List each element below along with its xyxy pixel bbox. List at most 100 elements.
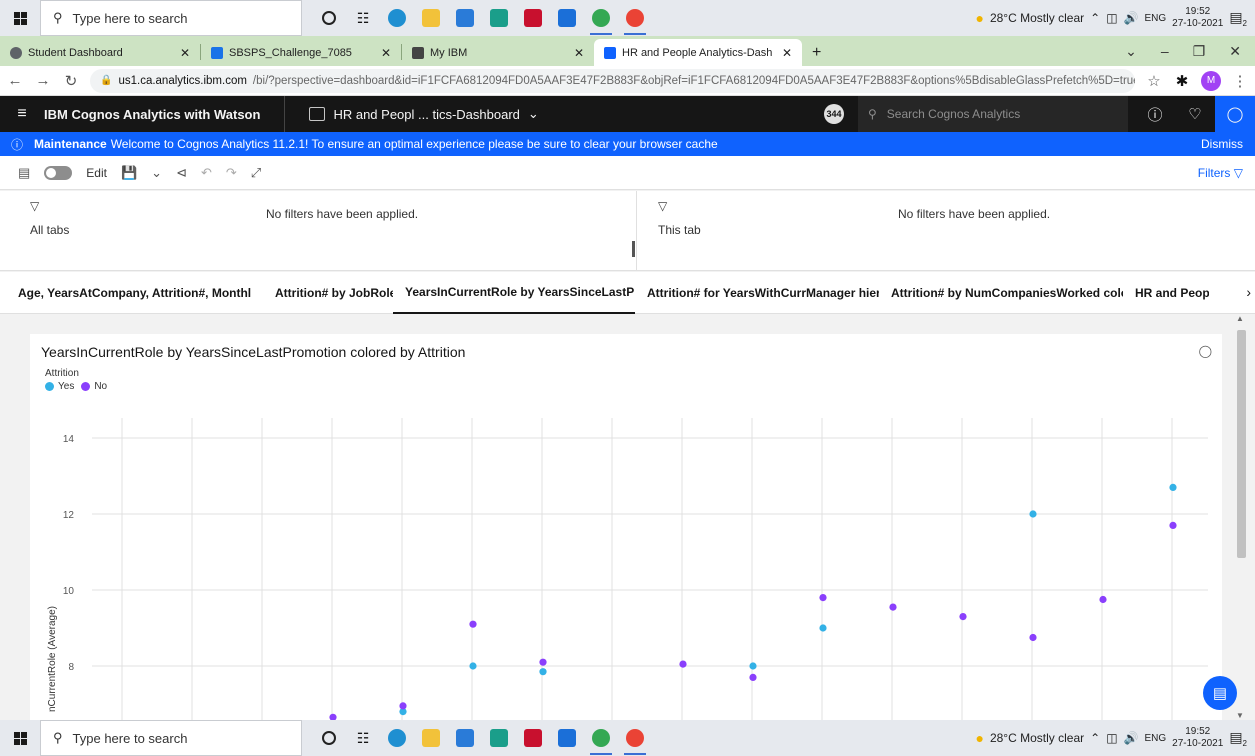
bell-icon[interactable]: ♡: [1175, 96, 1215, 132]
page-tab[interactable]: Attrition# by NumCompaniesWorked colo: [879, 272, 1123, 314]
chat-assistant-button[interactable]: ▤: [1203, 676, 1237, 710]
network-icon[interactable]: ◫: [1106, 11, 1117, 25]
scatter-point-yes[interactable]: [749, 662, 757, 670]
page-tab-active[interactable]: YearsInCurrentRole by YearsSinceLastPrc: [393, 272, 635, 314]
windows-start-button[interactable]: [0, 720, 40, 756]
tray-clock[interactable]: 19:52 27-10-2021: [1172, 726, 1223, 750]
volume-icon[interactable]: 🔊: [1124, 11, 1139, 25]
weather-text[interactable]: 28°C Mostly clear: [990, 11, 1084, 25]
mcafee-icon[interactable]: [516, 720, 550, 756]
fullscreen-icon[interactable]: ⤢: [251, 165, 261, 181]
close-window-icon[interactable]: ✕: [1229, 43, 1241, 60]
extensions-icon[interactable]: ✱: [1173, 72, 1191, 90]
scatter-point-no[interactable]: [469, 620, 477, 628]
scatter-point-no[interactable]: [749, 673, 757, 681]
forward-icon[interactable]: →: [34, 72, 52, 89]
outlook-icon[interactable]: [550, 720, 584, 756]
close-tab-icon[interactable]: ✕: [574, 46, 584, 60]
scatter-point-no[interactable]: [539, 658, 547, 666]
close-tab-icon[interactable]: ✕: [381, 46, 391, 60]
page-tab[interactable]: Attrition# by JobRole: [263, 272, 393, 314]
mcafee-icon[interactable]: [516, 0, 550, 36]
chart-widget[interactable]: YearsInCurrentRole by YearsSinceLastProm…: [30, 334, 1222, 749]
back-icon[interactable]: ←: [6, 72, 24, 89]
scatter-point-no[interactable]: [1169, 521, 1177, 529]
lang-indicator[interactable]: ENG: [1144, 13, 1166, 24]
all-tabs-filter-panel[interactable]: ▽ All tabs No filters have been applied.: [30, 199, 630, 263]
url-field[interactable]: 🔒 us1.ca.analytics.ibm.com/bi/?perspecti…: [90, 68, 1135, 93]
new-tab-button[interactable]: +: [802, 39, 831, 66]
scroll-thumb[interactable]: [1237, 330, 1246, 558]
outlook-icon[interactable]: [550, 0, 584, 36]
browser-tab-hr-analytics[interactable]: HR and People Analytics-Dashbo ✕: [594, 39, 802, 66]
mail-icon[interactable]: [448, 0, 482, 36]
volume-icon[interactable]: 🔊: [1124, 731, 1139, 745]
page-tab[interactable]: HR and Peopl: [1123, 272, 1209, 314]
close-tab-icon[interactable]: ✕: [180, 46, 190, 60]
undo-icon[interactable]: ↶: [201, 165, 212, 181]
redo-icon[interactable]: ↷: [226, 165, 237, 181]
filters-button[interactable]: Filters ▽: [1198, 166, 1243, 180]
mail-icon[interactable]: [448, 720, 482, 756]
restore-icon[interactable]: ❐: [1193, 43, 1206, 60]
scatter-point-yes[interactable]: [539, 668, 547, 676]
cognos-search-input[interactable]: ⚲ Search Cognos Analytics: [858, 96, 1128, 132]
edge-icon[interactable]: [380, 720, 414, 756]
hamburger-menu-icon[interactable]: ≡: [0, 105, 44, 123]
browser-tab-student-dashboard[interactable]: Student Dashboard ✕: [0, 39, 200, 66]
browser-menu-icon[interactable]: ⋮: [1231, 72, 1249, 90]
page-tab[interactable]: Age, YearsAtCompany, Attrition#, Monthl: [0, 272, 263, 314]
save-icon[interactable]: 💾: [121, 165, 137, 181]
chevron-right-icon[interactable]: ›: [1246, 284, 1251, 300]
tab-search-icon[interactable]: ⌄: [1125, 43, 1137, 60]
scatter-point-no[interactable]: [1029, 633, 1037, 642]
scatter-point-yes[interactable]: [819, 624, 827, 632]
user-avatar-icon[interactable]: ◯: [1215, 96, 1255, 132]
scatter-point-no[interactable]: [679, 660, 687, 668]
bookmark-star-icon[interactable]: ☆: [1145, 72, 1163, 90]
browser-tab-sbsps[interactable]: SBSPS_Challenge_7085 ✕: [201, 39, 401, 66]
tray-overflow-icon[interactable]: ⌃: [1090, 11, 1100, 25]
page-tab[interactable]: Attrition# for YearsWithCurrManager hier: [635, 272, 879, 314]
lang-indicator[interactable]: ENG: [1144, 733, 1166, 744]
chrome-profile-icon[interactable]: [618, 0, 652, 36]
this-tab-filter-panel[interactable]: ▽ This tab No filters have been applied.: [658, 199, 1238, 263]
tray-clock[interactable]: 19:52 27-10-2021: [1172, 6, 1223, 30]
app-l-icon[interactable]: [482, 0, 516, 36]
close-tab-icon[interactable]: ✕: [782, 46, 792, 60]
canvas-scrollbar[interactable]: ▲ ▼: [1235, 314, 1247, 720]
file-explorer-icon[interactable]: [414, 720, 448, 756]
scatter-point-yes[interactable]: [1029, 510, 1037, 518]
app-l-icon[interactable]: [482, 720, 516, 756]
minimize-icon[interactable]: –: [1161, 43, 1169, 59]
network-icon[interactable]: ◫: [1106, 731, 1117, 745]
cortana-icon[interactable]: [312, 720, 346, 756]
edge-icon[interactable]: [380, 0, 414, 36]
chrome-icon[interactable]: [584, 0, 618, 36]
scatter-point-no[interactable]: [819, 594, 827, 602]
browser-tab-my-ibm[interactable]: My IBM ✕: [402, 39, 594, 66]
reload-icon[interactable]: ↻: [62, 72, 80, 90]
notification-icon[interactable]: ▤2: [1229, 9, 1247, 28]
cortana-icon[interactable]: [312, 0, 346, 36]
chrome-profile-icon[interactable]: [618, 720, 652, 756]
tray-overflow-icon[interactable]: ⌃: [1090, 731, 1100, 745]
taskbar-search-box[interactable]: ⚲ Type here to search: [40, 720, 302, 756]
notification-icon[interactable]: ▤2: [1229, 729, 1247, 748]
taskbar-search-box[interactable]: ⚲ Type here to search: [40, 0, 302, 36]
help-icon[interactable]: ⓘ: [1135, 96, 1175, 132]
panel-resize-handle[interactable]: [632, 241, 635, 257]
task-view-icon[interactable]: ☷: [346, 720, 380, 756]
weather-text[interactable]: 28°C Mostly clear: [990, 731, 1084, 745]
windows-start-button[interactable]: [0, 0, 40, 36]
share-icon[interactable]: ⊲: [176, 165, 187, 181]
scatter-point-no[interactable]: [399, 702, 407, 710]
dismiss-button[interactable]: Dismiss: [1201, 137, 1243, 151]
scroll-up-icon[interactable]: ▲: [1236, 314, 1244, 323]
scatter-point-no[interactable]: [889, 603, 897, 611]
edit-toggle[interactable]: [44, 165, 73, 180]
dashboard-switcher[interactable]: HR and Peopl ... tics-Dashboard ⌄: [285, 106, 539, 122]
save-dropdown-icon[interactable]: ⌄: [151, 165, 162, 181]
profile-avatar[interactable]: M: [1201, 70, 1221, 91]
file-explorer-icon[interactable]: [414, 0, 448, 36]
